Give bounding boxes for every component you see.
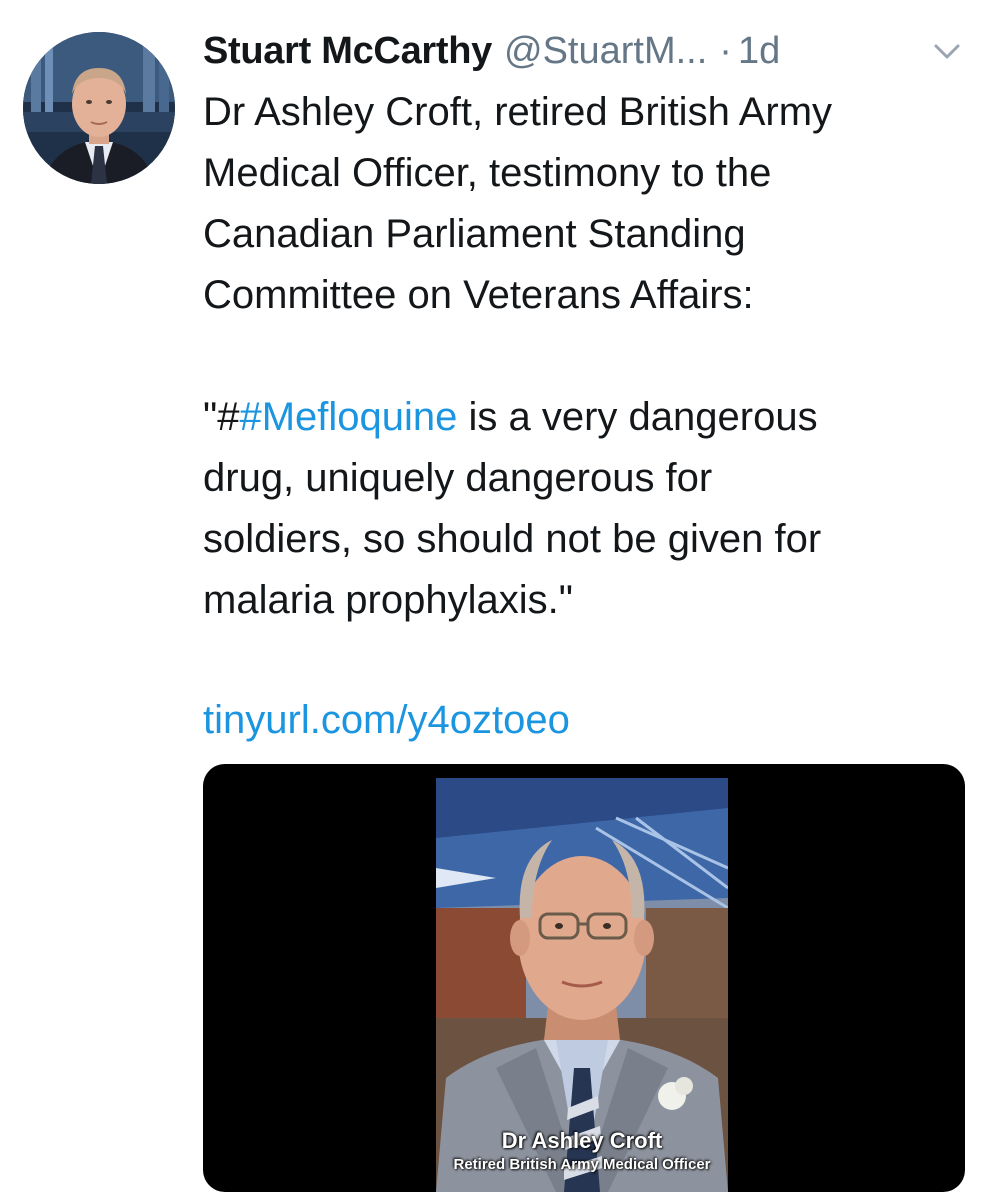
quote-text: is a very dangerous: [457, 395, 818, 439]
quote-line: malaria prophylaxis.": [203, 578, 573, 622]
avatar-image: [23, 32, 175, 184]
quote-line: "##Mefloquine is a very dangerous: [203, 387, 963, 448]
chevron-down-icon[interactable]: [932, 40, 962, 64]
separator-dot: ·: [719, 29, 732, 72]
media-photo: Dr Ashley Croft Retired British Army Med…: [436, 778, 728, 1192]
tweet-text: Dr Ashley Croft, retired British Army Me…: [203, 82, 963, 631]
display-name[interactable]: Stuart McCarthy: [203, 30, 492, 73]
tweet-header: Stuart McCarthy @StuartM... · 1d: [203, 26, 780, 76]
hashtag-link[interactable]: #Mefloquine: [239, 395, 457, 439]
text-line: Committee on Veterans Affairs:: [203, 273, 754, 317]
text-line: Canadian Parliament Standing: [203, 212, 746, 256]
tweet-link[interactable]: tinyurl.com/y4oztoeo: [203, 690, 570, 751]
timestamp[interactable]: 1d: [738, 30, 780, 73]
quote-line: drug, uniquely dangerous for: [203, 456, 713, 500]
media-caption-title: Retired British Army Medical Officer: [453, 1156, 711, 1173]
tweet: Stuart McCarthy @StuartM... · 1d Dr Ashl…: [0, 0, 998, 1200]
quote-open: "#: [203, 395, 240, 439]
avatar[interactable]: [23, 32, 175, 184]
media-card[interactable]: Dr Ashley Croft Retired British Army Med…: [203, 764, 965, 1192]
quote-line: soldiers, so should not be given for: [203, 517, 822, 561]
text-line: Dr Ashley Croft, retired British Army: [203, 90, 833, 134]
user-handle[interactable]: @StuartM...: [504, 30, 707, 73]
media-caption-name: Dr Ashley Croft: [501, 1128, 663, 1153]
text-line: Medical Officer, testimony to the: [203, 151, 772, 195]
